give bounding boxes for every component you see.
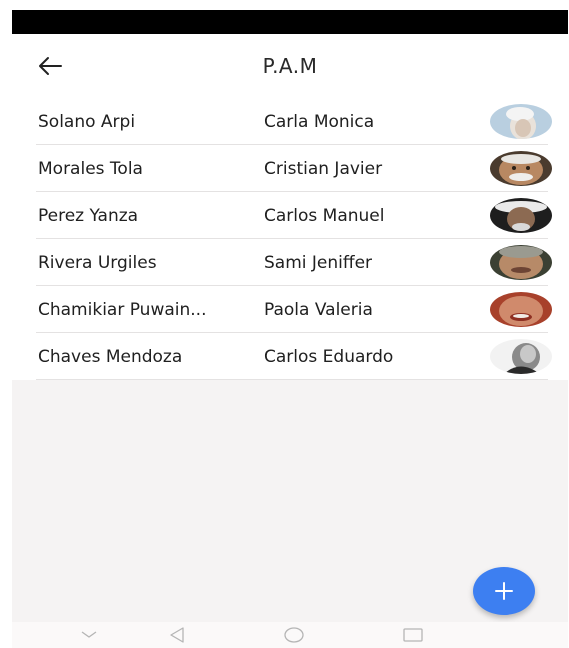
people-list: Solano Arpi Carla Monica Morales Tola Cr… [12, 98, 568, 380]
first-name: Cristian Javier [264, 158, 383, 179]
recents-square-icon [403, 628, 423, 642]
nav-back-button[interactable] [162, 624, 192, 646]
first-name: Paola Valeria [264, 299, 373, 320]
system-nav-bar [12, 622, 568, 648]
last-name: Rivera Urgiles [38, 252, 157, 273]
avatar [490, 339, 552, 374]
first-name: Carlos Eduardo [264, 346, 394, 367]
phone-screen: P.A.M Solano Arpi Carla Monica Morales T… [12, 10, 568, 648]
avatar [490, 245, 552, 280]
app-bar: P.A.M [12, 34, 568, 98]
list-item[interactable]: Perez Yanza Carlos Manuel [12, 192, 568, 239]
chevron-down-icon [81, 631, 97, 638]
list-item[interactable]: Chamikiar Puwain... Paola Valeria [12, 286, 568, 333]
nav-home-button[interactable] [279, 624, 309, 646]
plus-icon [495, 582, 513, 600]
last-name: Chaves Mendoza [38, 346, 183, 367]
first-name: Carla Monica [264, 111, 375, 132]
list-item[interactable]: Chaves Mendoza Carlos Eduardo [12, 333, 568, 380]
list-item[interactable]: Morales Tola Cristian Javier [12, 145, 568, 192]
list-item[interactable]: Solano Arpi Carla Monica [12, 98, 568, 145]
last-name: Morales Tola [38, 158, 143, 179]
add-button[interactable] [473, 567, 535, 615]
last-name: Perez Yanza [38, 205, 139, 226]
nav-hide-button[interactable] [74, 624, 104, 646]
avatar [490, 151, 552, 186]
home-circle-icon [284, 627, 304, 643]
status-bar [12, 10, 568, 34]
avatar [490, 198, 552, 233]
last-name: Solano Arpi [38, 111, 136, 132]
first-name: Sami Jeniffer [264, 252, 373, 273]
list-item[interactable]: Rivera Urgiles Sami Jeniffer [12, 239, 568, 286]
back-triangle-icon [170, 627, 184, 643]
avatar [490, 292, 552, 327]
nav-recents-button[interactable] [398, 624, 428, 646]
last-name: Chamikiar Puwain... [38, 299, 207, 320]
arrow-left-icon [39, 57, 62, 75]
page-title: P.A.M [262, 54, 318, 78]
back-button[interactable] [32, 48, 68, 84]
first-name: Carlos Manuel [264, 205, 385, 226]
avatar [490, 104, 552, 139]
